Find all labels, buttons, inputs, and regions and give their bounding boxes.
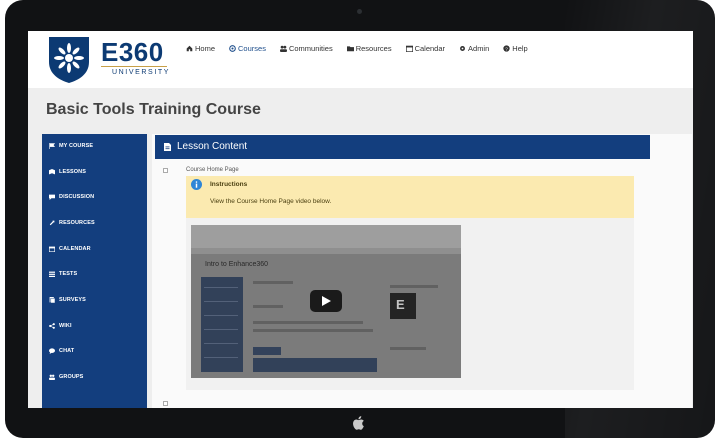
nav-courses-label: Courses (238, 43, 266, 53)
help-icon: ? (503, 44, 510, 52)
main-nav: Home Courses Communities Resources Calen… (186, 42, 542, 54)
sidebar-item-label: TESTS (59, 271, 78, 277)
nav-courses[interactable]: Courses (229, 42, 266, 54)
groups-icon (49, 374, 55, 380)
instructions-title: Instructions (210, 181, 248, 188)
site-header: E360 UNIVERSITY Home Courses Communities… (28, 31, 693, 88)
nav-resources[interactable]: Resources (346, 42, 392, 54)
lesson-content-title: Lesson Content (177, 141, 248, 152)
item-checkbox[interactable] (163, 168, 168, 173)
video-player[interactable]: Intro to Enhance360 E (191, 225, 461, 378)
flag-icon (49, 143, 55, 149)
document-icon (164, 143, 171, 151)
sidebar-item-surveys[interactable]: SURVEYS (49, 297, 86, 303)
logo-divider (101, 66, 167, 67)
webcam (357, 9, 362, 14)
sidebar-item-discussion[interactable]: DISCUSSION (49, 194, 94, 200)
sidebar-item-wiki[interactable]: WIKI (49, 323, 72, 329)
nav-help[interactable]: ? Help (503, 42, 528, 54)
lesson-item-title[interactable]: Course Home Page (186, 167, 239, 173)
surveys-icon (49, 297, 55, 303)
browser-screen: E360 UNIVERSITY Home Courses Communities… (28, 31, 693, 408)
chat-icon (49, 348, 55, 354)
sidebar-item-label: SURVEYS (59, 297, 86, 303)
calendar-icon (49, 246, 55, 252)
logo-wordmark[interactable]: E360 (101, 37, 164, 68)
nav-help-label: Help (512, 43, 528, 53)
e360-shield-logo-icon[interactable] (46, 34, 92, 84)
svg-text:?: ? (505, 46, 508, 51)
sidebar-item-label: WIKI (59, 323, 72, 329)
discussion-icon (49, 194, 55, 200)
nav-admin-label: Admin (468, 43, 490, 53)
sidebar-item-lessons[interactable]: LESSONS (49, 169, 86, 175)
instructions-text: View the Course Home Page video below. (210, 198, 332, 205)
item-checkbox[interactable] (163, 401, 168, 406)
instructions-box: Instructions View the Course Home Page v… (186, 176, 634, 218)
sidebar-item-label: CALENDAR (59, 246, 91, 252)
apple-logo-icon (353, 416, 364, 430)
video-card: Intro to Enhance360 E (186, 218, 634, 390)
nav-resources-label: Resources (355, 43, 392, 53)
resources-icon (49, 220, 55, 226)
sidebar-item-calendar[interactable]: CALENDAR (49, 246, 91, 252)
nav-communities[interactable]: Communities (279, 42, 333, 54)
sidebar-item-chat[interactable]: CHAT (49, 348, 74, 354)
sidebar-item-resources[interactable]: RESOURCES (49, 220, 95, 226)
nav-admin[interactable]: Admin (459, 42, 489, 54)
nav-communities-label: Communities (288, 43, 333, 53)
calendar-icon (405, 45, 413, 52)
gear-icon (460, 45, 465, 51)
logo-subtext: UNIVERSITY (112, 69, 171, 76)
page-title: Basic Tools Training Course (46, 101, 261, 118)
sidebar-item-label: MY COURSE (59, 143, 94, 149)
sidebar-item-label: LESSONS (59, 169, 86, 175)
sidebar-item-my-course[interactable]: MY COURSE (49, 143, 93, 149)
sidebar-item-label: DISCUSSION (59, 194, 95, 200)
nav-home-label: Home (195, 43, 216, 53)
folder-icon (346, 45, 354, 51)
lessons-icon (49, 169, 55, 175)
sidebar-item-groups[interactable]: GROUPS (49, 374, 83, 380)
lesson-content-panel: Lesson Content Course Home Page Instruct… (152, 134, 692, 408)
home-icon (186, 45, 193, 51)
nav-calendar[interactable]: Calendar (405, 42, 446, 54)
play-icon (322, 296, 331, 306)
course-sidebar: MY COURSE LESSONS DISCUSSION RESOURCES C… (42, 134, 147, 408)
communities-icon (279, 45, 287, 52)
play-button[interactable] (310, 290, 342, 312)
sidebar-item-tests[interactable]: TESTS (49, 271, 77, 277)
tests-icon (49, 271, 55, 277)
courses-icon (229, 44, 236, 52)
lesson-content-header: Lesson Content (155, 135, 650, 159)
info-icon (191, 179, 202, 190)
nav-calendar-label: Calendar (414, 43, 446, 53)
share-icon (49, 323, 55, 329)
sidebar-item-label: RESOURCES (59, 220, 95, 226)
nav-home[interactable]: Home (186, 42, 215, 54)
sidebar-item-label: GROUPS (59, 374, 84, 380)
sidebar-item-label: CHAT (59, 348, 75, 354)
